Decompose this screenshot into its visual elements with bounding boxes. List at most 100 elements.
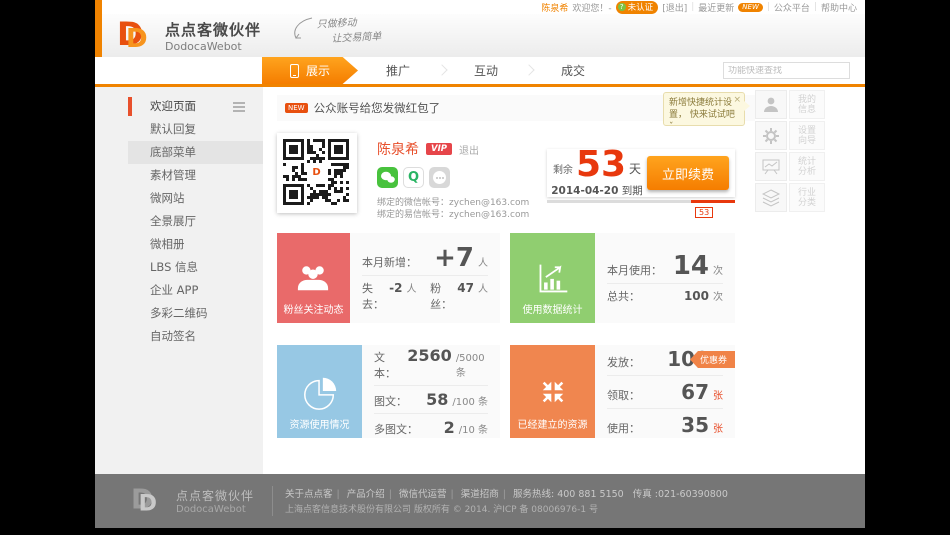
renewal-panel: 剩余 53 天 2014-04-20 到期 立即续费 — [547, 147, 735, 197]
row-label: 本月新增： — [361, 255, 417, 269]
phone-icon — [289, 63, 299, 78]
progress-remaining-segment — [691, 200, 735, 203]
card-title: 使用数据统计 — [522, 305, 583, 316]
dodoca-logo-gray-icon: DD — [131, 483, 158, 517]
total-fans-value: 47 — [457, 280, 474, 295]
coupon-ribbon: 优惠券 — [689, 351, 735, 368]
sidebar-item-lbs[interactable]: LBS 信息 — [128, 256, 263, 279]
tooltip-arrow — [744, 101, 750, 111]
menu-list-icon[interactable] — [233, 102, 245, 112]
quick-menu-label: 我的 信息 — [789, 90, 825, 119]
topbar-separator: | — [766, 2, 770, 12]
wechat-icon[interactable] — [377, 167, 398, 188]
tab-hudong[interactable]: 互动 — [446, 57, 526, 84]
body: 欢迎页面 默认回复 底部菜单 素材管理 微网站 全景展厅 微相册 LBS 信息 … — [95, 87, 865, 474]
sidebar-item-microsite[interactable]: 微网站 — [128, 187, 263, 210]
public-platform-link[interactable]: 公众平台 — [774, 1, 810, 14]
sidebar-item-color-qrcode[interactable]: 多彩二维码 — [128, 302, 263, 325]
card-title: 粉丝关注动态 — [283, 305, 344, 316]
row-unit: /100 条 — [452, 397, 488, 408]
sidebar-item-label: 欢迎页面 — [150, 99, 196, 113]
bound-accounts: Q — [377, 167, 450, 188]
app-logo[interactable]: DD 点点客微伙伴 DodocaWebot — [117, 15, 261, 54]
setup-wizard-button[interactable] — [755, 121, 787, 150]
active-indicator — [128, 97, 132, 116]
stats-analysis-button[interactable] — [755, 152, 787, 181]
coupon-card: 已经建立的资源 优惠券 发放： 100 张 领取： 67 张 使用： — [510, 345, 735, 438]
recent-updates-link[interactable]: 最近更新 — [698, 1, 734, 14]
footer-link-about[interactable]: 关于点点客 — [285, 489, 333, 500]
row-label: 粉丝： — [430, 281, 453, 311]
qr-center-logo: D — [309, 165, 324, 180]
sidebar-item-enterprise-app[interactable]: 企业 APP — [128, 279, 263, 302]
month-usage-value: 14 — [672, 250, 709, 281]
footer-separator: | — [336, 489, 340, 500]
quick-menu: 我的 信息 设置 向导 统计 分析 行业 分类 — [755, 90, 827, 214]
new-fans-value: +7 — [434, 242, 474, 273]
sidebar-item-label: 默认回复 — [150, 122, 196, 136]
profile-logout-link[interactable]: 退出 — [459, 142, 479, 157]
yixin-icon[interactable]: Q — [403, 167, 424, 188]
brand-tagline: 只做移动 让交易简单 — [291, 14, 382, 46]
sidebar-item-material[interactable]: 素材管理 — [128, 164, 263, 187]
row-label: 领取： — [607, 388, 640, 402]
footer-fax: 传真 :021-60390800 — [632, 489, 728, 500]
sidebar-item-auto-signature[interactable]: 自动签名 — [128, 325, 263, 348]
row-label: 失去： — [361, 281, 384, 311]
tab-zhanshi[interactable]: 展示 — [262, 57, 358, 84]
article-resource-value: 58 — [426, 390, 449, 409]
row-label: 使用： — [607, 421, 640, 435]
main-nav: 展示 推广 互动 成交 — [95, 57, 865, 84]
tab-label: 互动 — [473, 64, 498, 78]
logout-link[interactable]: [退出] — [662, 1, 687, 14]
footer-separator: | — [388, 489, 392, 500]
footer-logo-title: 点点客微伙伴 — [176, 489, 255, 503]
account-name: 陈泉希 — [377, 142, 419, 158]
row-unit: 张 — [713, 390, 723, 402]
footer-links: 关于点点客 | 产品介绍 | 微信代运营 | 渠道招商 | 服务热线: 400 881 … — [285, 486, 728, 500]
row-unit: 人 — [406, 283, 417, 295]
verify-status-badge[interactable]: ? 未认证 — [615, 0, 659, 14]
sidebar-item-bottom-menu[interactable]: 底部菜单 — [128, 141, 263, 164]
tab-chengjiao[interactable]: 成交 — [533, 57, 613, 84]
sidebar: 欢迎页面 默认回复 底部菜单 素材管理 微网站 全景展厅 微相册 LBS 信息 … — [95, 87, 263, 474]
used-value: 35 — [681, 412, 709, 437]
lost-fans-value: -2 — [389, 280, 403, 295]
expire-date: 2014-04-20 — [551, 185, 619, 197]
dodoca-logo-icon: DD — [117, 15, 148, 54]
renew-now-button[interactable]: 立即续费 — [647, 156, 729, 190]
vip-badge: VIP — [426, 143, 452, 155]
expire-label: 到期 — [621, 185, 643, 197]
qr-code: D — [283, 139, 349, 205]
sidebar-item-default-reply[interactable]: 默认回复 — [128, 118, 263, 141]
sidebar-item-album[interactable]: 微相册 — [128, 233, 263, 256]
verify-label: 未认证 — [627, 2, 654, 13]
my-info-button[interactable] — [755, 90, 787, 119]
sidebar-item-label: 微相册 — [150, 237, 185, 251]
claimed-value: 67 — [681, 379, 709, 404]
tab-tuiguang[interactable]: 推广 — [358, 57, 438, 84]
footer-separator: | — [450, 489, 454, 500]
industry-category-button[interactable] — [755, 183, 787, 212]
sidebar-item-label: 素材管理 — [150, 168, 196, 182]
close-icon[interactable]: × — [733, 94, 741, 106]
multi-article-resource-value: 2 — [443, 418, 455, 437]
help-center-link[interactable]: 帮助中心 — [821, 1, 857, 14]
sidebar-item-panorama[interactable]: 全景展厅 — [128, 210, 263, 233]
new-badge: NEW — [738, 2, 763, 12]
footer-link-wechat-agent[interactable]: 微信代运营 — [399, 489, 447, 500]
sidebar-item-label: 自动签名 — [150, 329, 196, 343]
row-label: 图文： — [374, 395, 407, 408]
search-input[interactable] — [724, 65, 852, 76]
notice-badge: NEW — [285, 103, 308, 113]
topbar-separator: | — [813, 2, 817, 12]
layers-icon — [761, 188, 781, 207]
tagline-line2: 让交易简单 — [331, 31, 382, 45]
row-label: 文本： — [374, 351, 396, 380]
footer-link-products[interactable]: 产品介绍 — [347, 489, 385, 500]
footer-link-channel[interactable]: 渠道招商 — [461, 489, 499, 500]
sidebar-item-welcome[interactable]: 欢迎页面 — [128, 95, 263, 118]
sidebar-item-label: LBS 信息 — [150, 260, 199, 274]
collapse-arrows-icon — [542, 381, 563, 402]
topbar-welcome: 欢迎您！- — [572, 3, 612, 14]
